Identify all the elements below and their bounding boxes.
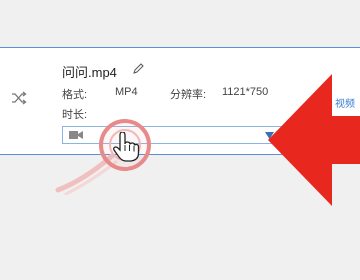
video-camera-icon <box>69 131 83 139</box>
format-value: MP4 <box>115 86 138 98</box>
pencil-icon[interactable] <box>132 62 144 75</box>
resolution-label: 分辨率: <box>170 89 207 101</box>
format-label: 格式: <box>62 89 88 101</box>
red-arrow <box>268 74 360 206</box>
file-name: 问问.mp4 <box>62 65 117 80</box>
duration-label: 时长: <box>62 109 88 121</box>
shuffle-icon[interactable] <box>11 91 27 105</box>
hand-pointer-icon <box>113 132 140 162</box>
